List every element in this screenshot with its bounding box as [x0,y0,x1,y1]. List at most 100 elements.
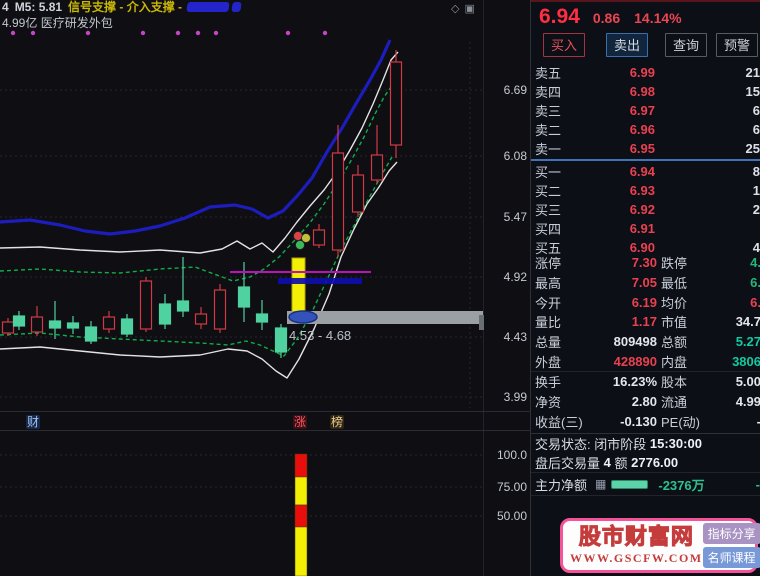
candle-down [12,311,26,330]
panel-divider [0,430,530,431]
ask-row[interactable]: 卖一 6.95 25 [531,139,760,158]
level-price: 6.98 [629,84,655,99]
trading-status-row: 交易状态: 闭市阶段 15:30:00 [531,434,760,453]
support-band-blue [278,278,362,284]
stat-label: PE(动) [661,414,701,430]
stat-value: 4.99 [735,394,760,410]
trading-app-window: 4 M5: 5.81 信号支撑 - 介入支撑 - 4.99亿 医疗研发外包 ◇ … [0,0,760,576]
stat-value: 7.05 [631,275,657,291]
stat-label: 总量 [535,335,562,351]
after-hours-value: 2776.00 [631,455,679,470]
level-price: 6.92 [629,202,655,217]
stat-value: 1.17 [631,314,657,330]
stat-label: 收益(三) [535,414,583,430]
ask-row[interactable]: 卖五 6.99 21 [531,63,760,82]
last-price: 6.94 [539,5,580,28]
level-volume: 1 [752,183,760,198]
candle-up [389,50,403,158]
level-price: 6.93 [629,183,655,198]
watermark-badge: 指标分享 [702,523,760,544]
period-prefix: 4 [2,0,9,14]
chart-indicator-header: 4 M5: 5.81 信号支撑 - 介入支撑 - [2,0,244,14]
axis-tick-label: 3.99 [503,390,527,404]
spread-divider-accent [531,159,579,161]
level-volume: 6 [752,103,760,118]
axis-scroll-nub[interactable] [479,315,484,330]
redacted-blue-text [231,1,242,12]
price-range-tooltip: 4.53 - 4.68 [289,328,352,343]
sub-indicator-bar-segment [294,476,308,506]
bid-row[interactable]: 买二 6.93 1 [531,181,760,200]
ask-row[interactable]: 卖二 6.96 6 [531,120,760,139]
after-hours-row: 盘后交易量 4 额 2776.00 [531,453,760,472]
level-label: 卖五 [535,66,562,81]
toolbar-button[interactable]: 预警 [716,33,758,57]
level-label: 卖二 [535,123,562,138]
stat-label: 外盘 [535,354,562,370]
ask-row[interactable]: 卖四 6.98 15 [531,82,760,101]
stat-row: 外盘 428890 内盘 3806 [531,351,760,371]
stat-label: 内盘 [661,354,688,370]
stat-label: 换手 [535,375,562,391]
signal-dot [195,30,201,36]
candle-up [30,306,44,336]
level-volume: 6 [752,122,760,137]
candle-down [84,321,98,344]
candle-down [48,301,62,339]
grid-icon[interactable]: ▦ [595,477,606,491]
sell-button[interactable]: 卖出 [606,33,648,57]
signal-dot [30,30,36,36]
stat-label: 均价 [661,295,688,311]
ask-row[interactable]: 卖三 6.97 6 [531,101,760,120]
stat-value: - [715,414,760,429]
stat-label: 最低 [661,276,688,292]
price-change: 0.86 [592,10,621,26]
toolbar-button[interactable]: 查询 [665,33,707,57]
axis-tick-label: 5.47 [503,210,527,224]
top-accent-strip [531,0,760,2]
marker-ellipse-icon [288,310,318,324]
candlestick-chart-canvas[interactable] [0,0,530,576]
sub-indicator-bar-segment [294,453,308,478]
main-force-bar [611,479,649,489]
chart-tag-button[interactable]: 涨 [293,415,307,429]
status-label: 交易状态: [535,437,591,452]
candlestick-chart-pane[interactable]: 4 M5: 5.81 信号支撑 - 介入支撑 - 4.99亿 医疗研发外包 ◇ … [0,0,530,576]
watermark-badges: 指标分享 名师课程 [702,523,760,568]
quote-panel: 6.94 0.86 14.14% 买入 卖出 查询 预警 卖五 6.99 21 卖四 6.98… [530,0,760,576]
bid-row[interactable]: 买三 6.92 2 [531,200,760,219]
level-price: 6.96 [629,122,655,137]
stat-label: 股本 [661,375,688,391]
diamond-icon[interactable]: ◇ [451,2,459,15]
status-phase: 闭市阶段 [594,437,647,452]
axis-tick-label: 4.43 [503,330,527,344]
stat-row: 净资 2.80 流通 4.99 [531,392,760,412]
chart-tag-button[interactable]: 榜 [330,415,344,429]
stat-label: 净资 [535,395,562,411]
stat-value: 7.30 [631,255,657,271]
candle-down [120,314,134,337]
buy-button[interactable]: 买入 [543,33,585,57]
bid-row[interactable]: 买一 6.94 8 [531,162,760,181]
chart-tag-button[interactable]: 财 [26,415,40,429]
stat-label: 流通 [661,395,688,411]
signal-dot [285,30,291,36]
stat-row: 收益(三) -0.130PE(动)- [531,412,760,432]
level-price: 6.95 [629,141,655,156]
stat-row: 最高 7.05 最低 6. [531,273,760,293]
level-price: 6.94 [629,164,655,179]
trade-button-row: 买入 卖出 查询 预警 [543,33,760,57]
candle-up [139,277,153,332]
stock-info-line: 4.99亿 医疗研发外包 [2,16,113,30]
stat-row: 今开 6.19 均价 6. [531,292,760,312]
bid-row[interactable]: 买四 6.91 [531,219,760,238]
candle-down [158,294,172,329]
stat-value: 428890 [613,353,657,369]
level-volume: 15 [745,84,760,99]
trend-line-blue [0,39,392,236]
layout-panel-icon[interactable]: ▣ [464,2,474,15]
status-time: 15:30:00 [649,436,702,451]
candle-up [102,311,116,333]
stat-value: 3806 [732,353,760,369]
candle-up [370,125,384,183]
